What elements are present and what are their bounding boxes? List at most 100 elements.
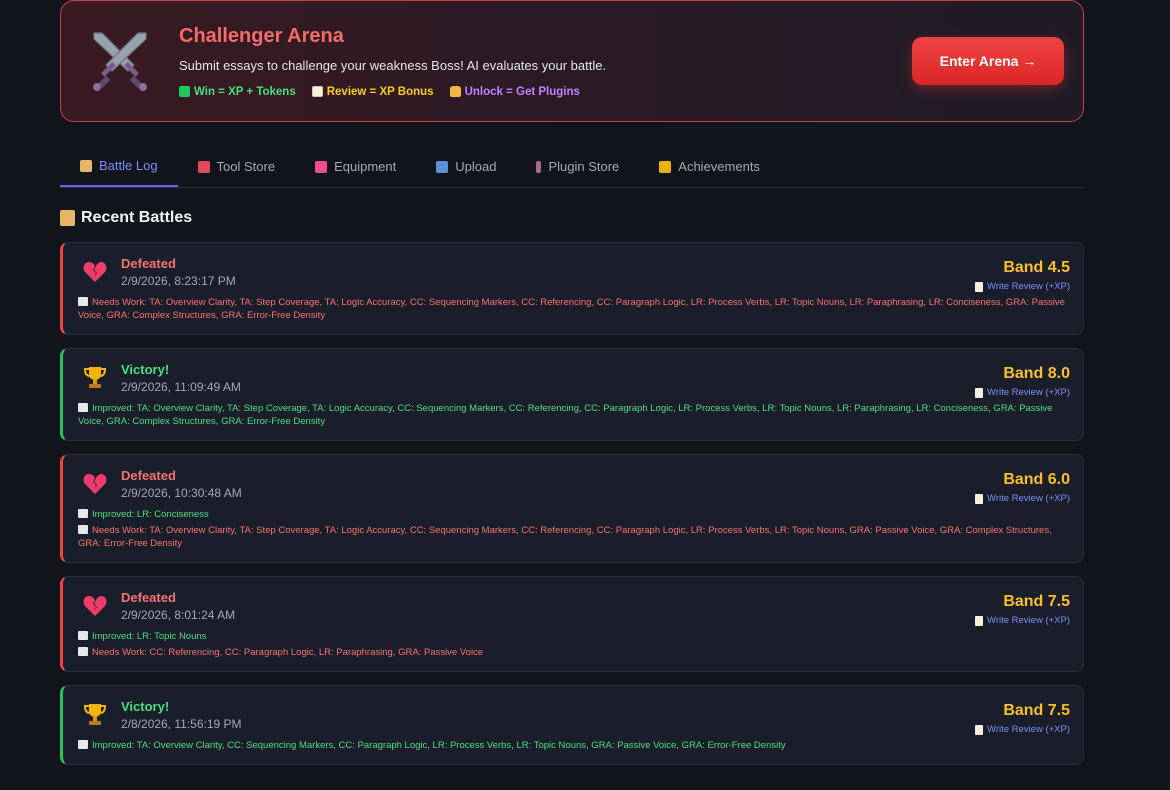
improved-text: Improved: TA: Overview Clarity, CC: Sequ… <box>92 740 786 751</box>
review-badge-label: Review = XP Bonus <box>326 85 434 98</box>
broken-heart-icon <box>81 470 109 498</box>
document-icon <box>311 86 323 97</box>
battle-header: Victory! 2/9/2026, 11:09:49 AM <box>78 362 1069 394</box>
unlock-badge-label: Unlock = Get Plugins <box>464 85 580 98</box>
section-title-text: Recent Battles <box>81 209 193 226</box>
write-review-link[interactable]: Write Review (+XP) <box>975 724 1070 735</box>
document-icon <box>975 387 984 398</box>
battle-score: Band 6.0 Write Review (+XP) <box>975 471 1070 504</box>
band-score: Band 4.5 <box>1003 259 1070 276</box>
scroll-icon <box>60 210 75 226</box>
improved-text: Improved: LR: Topic Nouns <box>92 631 207 642</box>
chart-up-icon <box>78 509 88 518</box>
document-icon <box>975 281 984 292</box>
battle-result: Victory! 2/8/2026, 11:56:19 PM <box>121 699 242 731</box>
battle-result: Defeated 2/9/2026, 10:30:48 AM <box>121 468 242 500</box>
document-icon <box>975 615 984 626</box>
banner-text: Challenger Arena Submit essays to challe… <box>179 25 912 98</box>
band-score: Band 6.0 <box>1003 471 1070 488</box>
needs-work-text: Needs Work: TA: Overview Clarity, TA: St… <box>78 297 1065 321</box>
crossed-swords-icon <box>61 1 179 121</box>
write-review-label: Write Review (+XP) <box>987 724 1070 735</box>
needs-work-list: Needs Work: TA: Overview Clarity, TA: St… <box>78 296 1069 322</box>
write-review-link[interactable]: Write Review (+XP) <box>975 493 1070 504</box>
improved-list: Improved: TA: Overview Clarity, TA: Step… <box>78 402 1069 428</box>
battle-date: 2/9/2026, 8:23:17 PM <box>121 274 236 288</box>
chart-up-icon <box>78 740 88 749</box>
battle-card[interactable]: Victory! 2/9/2026, 11:09:49 AM Band 8.0 … <box>60 348 1084 441</box>
tab-label: Achievements <box>678 159 760 174</box>
battle-card[interactable]: Victory! 2/8/2026, 11:56:19 PM Band 7.5 … <box>60 685 1084 765</box>
tab-equipment[interactable]: Equipment <box>295 146 416 187</box>
tab-achievements[interactable]: Achievements <box>639 146 780 187</box>
chart-down-icon <box>78 525 88 534</box>
write-review-link[interactable]: Write Review (+XP) <box>975 387 1070 398</box>
band-score: Band 8.0 <box>1003 365 1070 382</box>
battle-score: Band 7.5 Write Review (+XP) <box>975 702 1070 735</box>
battle-status: Victory! <box>121 699 170 714</box>
tab-label: Battle Log <box>99 158 158 173</box>
trophy-icon <box>81 701 109 729</box>
band-score: Band 7.5 <box>1003 593 1070 610</box>
improved-list: Improved: LR: Topic Nouns <box>78 630 1069 643</box>
unlock-icon <box>449 86 461 97</box>
checkmark-icon <box>179 86 190 97</box>
improved-text: Improved: TA: Overview Clarity, TA: Step… <box>78 403 1053 427</box>
improved-list: Improved: TA: Overview Clarity, CC: Sequ… <box>78 739 1069 752</box>
trophy-icon <box>659 160 672 173</box>
document-icon <box>975 724 984 735</box>
improved-list: Improved: LR: Conciseness <box>78 508 1069 521</box>
review-badge: Review = XP Bonus <box>311 85 434 98</box>
battle-card[interactable]: Defeated 2/9/2026, 8:23:17 PM Band 4.5 W… <box>60 242 1084 335</box>
needs-work-text: Needs Work: TA: Overview Clarity, TA: St… <box>78 525 1052 549</box>
write-review-link[interactable]: Write Review (+XP) <box>975 615 1070 626</box>
broken-heart-icon <box>81 592 109 620</box>
battle-list: Defeated 2/9/2026, 8:23:17 PM Band 4.5 W… <box>60 242 1084 778</box>
battle-status: Victory! <box>121 362 170 377</box>
write-review-label: Write Review (+XP) <box>987 387 1070 398</box>
tab-tool-store[interactable]: Tool Store <box>178 146 296 187</box>
broken-heart-icon <box>81 258 109 286</box>
chart-down-icon <box>78 297 88 306</box>
arena-title: Challenger Arena <box>179 24 344 47</box>
battle-header: Defeated 2/9/2026, 10:30:48 AM <box>78 468 1069 500</box>
challenger-arena-banner: Challenger Arena Submit essays to challe… <box>60 0 1084 122</box>
battle-card[interactable]: Defeated 2/9/2026, 8:01:24 AM Band 7.5 W… <box>60 576 1084 672</box>
document-icon <box>975 493 984 504</box>
needs-work-text: Needs Work: CC: Referencing, CC: Paragra… <box>92 647 484 658</box>
needs-work-list: Needs Work: TA: Overview Clarity, TA: St… <box>78 524 1069 550</box>
inbox-icon <box>436 160 449 173</box>
chart-up-icon <box>78 631 88 640</box>
reward-badges: Win = XP + Tokens Review = XP Bonus Unlo… <box>179 86 912 98</box>
battle-score: Band 4.5 Write Review (+XP) <box>975 259 1070 292</box>
write-review-label: Write Review (+XP) <box>987 281 1070 292</box>
trophy-icon <box>81 364 109 392</box>
battle-result: Victory! 2/9/2026, 11:09:49 AM <box>121 362 241 394</box>
write-review-label: Write Review (+XP) <box>987 615 1070 626</box>
win-badge: Win = XP + Tokens <box>179 86 296 98</box>
battle-date: 2/9/2026, 11:09:49 AM <box>121 380 241 394</box>
plug-icon <box>536 160 542 173</box>
recent-battles-heading: Recent Battles <box>60 209 192 227</box>
unlock-badge: Unlock = Get Plugins <box>449 85 580 98</box>
battle-status: Defeated <box>121 590 176 605</box>
battle-date: 2/8/2026, 11:56:19 PM <box>121 717 242 731</box>
battle-card[interactable]: Defeated 2/9/2026, 10:30:48 AM Band 6.0 … <box>60 454 1084 563</box>
tab-upload[interactable]: Upload <box>416 146 516 187</box>
arena-subtitle: Submit essays to challenge your weakness… <box>179 57 607 73</box>
tab-plugin-store[interactable]: Plugin Store <box>516 146 639 187</box>
battle-status: Defeated <box>121 256 176 271</box>
tab-label: Plugin Store <box>548 159 620 174</box>
battle-date: 2/9/2026, 10:30:48 AM <box>121 486 242 500</box>
enter-arena-button[interactable]: Enter Arena → <box>912 37 1064 85</box>
tab-label: Upload <box>455 159 497 174</box>
tab-battle-log[interactable]: Battle Log <box>60 146 178 187</box>
scroll-icon <box>80 159 92 172</box>
battle-result: Defeated 2/9/2026, 8:01:24 AM <box>121 590 235 622</box>
toolbox-icon <box>197 160 210 173</box>
write-review-link[interactable]: Write Review (+XP) <box>975 281 1070 292</box>
battle-status: Defeated <box>121 468 176 483</box>
improved-text: Improved: LR: Conciseness <box>92 509 209 520</box>
page-wrapper: Challenger Arena Submit essays to challe… <box>60 0 1084 765</box>
backpack-icon <box>315 160 328 173</box>
